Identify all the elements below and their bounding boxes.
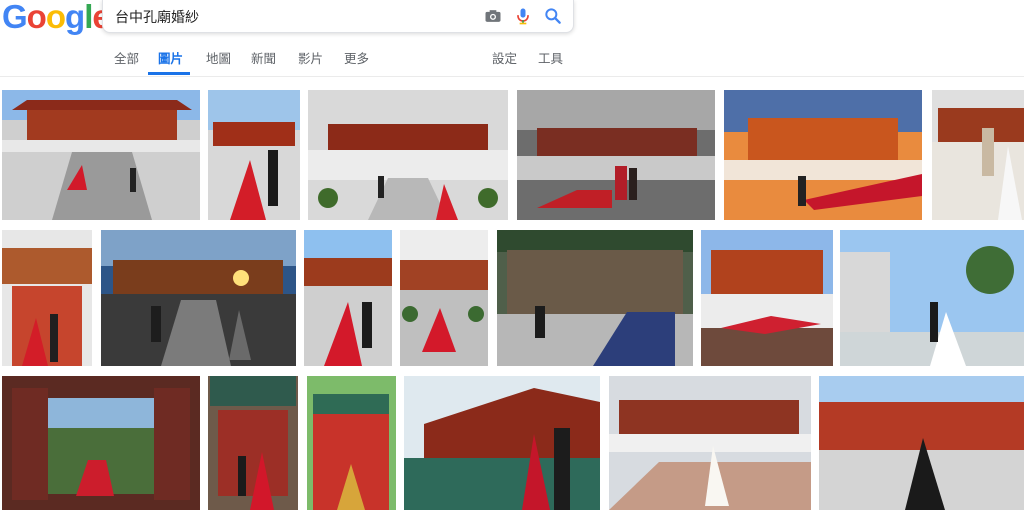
settings-link[interactable]: 設定	[492, 48, 517, 67]
tab-images[interactable]: 圖片	[158, 48, 183, 67]
image-result-thumbnail[interactable]	[208, 90, 300, 220]
image-result-thumbnail[interactable]	[2, 230, 92, 366]
image-result-thumbnail[interactable]	[840, 230, 1024, 366]
image-result-thumbnail[interactable]	[724, 90, 922, 220]
image-result-thumbnail[interactable]	[2, 90, 200, 220]
image-result-thumbnail[interactable]	[701, 230, 833, 366]
tab-more[interactable]: 更多	[344, 48, 369, 67]
tools-link[interactable]: 工具	[538, 48, 563, 67]
image-result-thumbnail[interactable]	[400, 230, 488, 366]
search-query-text[interactable]: 台中孔廟婚紗	[115, 7, 199, 27]
image-result-thumbnail[interactable]	[307, 376, 396, 510]
image-result-thumbnail[interactable]	[2, 376, 200, 510]
tab-videos[interactable]: 影片	[298, 48, 323, 67]
image-result-thumbnail[interactable]	[208, 376, 298, 510]
tab-news[interactable]: 新聞	[251, 48, 276, 67]
google-logo[interactable]: Google	[2, 0, 111, 34]
image-result-thumbnail[interactable]	[819, 376, 1024, 510]
image-result-thumbnail[interactable]	[101, 230, 296, 366]
camera-icon[interactable]	[483, 6, 503, 26]
tab-all[interactable]: 全部	[114, 48, 139, 67]
mic-icon[interactable]	[513, 6, 533, 26]
search-icon[interactable]	[543, 6, 563, 26]
search-header: Google 台中孔廟婚紗	[0, 0, 1024, 77]
image-result-thumbnail[interactable]	[304, 230, 392, 366]
tab-maps[interactable]: 地圖	[206, 48, 231, 67]
image-result-thumbnail[interactable]	[609, 376, 811, 510]
image-results-grid	[0, 90, 1024, 524]
image-result-thumbnail[interactable]	[308, 90, 508, 220]
image-result-thumbnail[interactable]	[497, 230, 693, 366]
image-result-thumbnail[interactable]	[932, 90, 1024, 220]
active-tab-indicator	[148, 72, 190, 75]
image-result-thumbnail[interactable]	[404, 376, 600, 510]
search-input[interactable]: 台中孔廟婚紗	[102, 0, 574, 33]
image-result-thumbnail[interactable]	[517, 90, 715, 220]
